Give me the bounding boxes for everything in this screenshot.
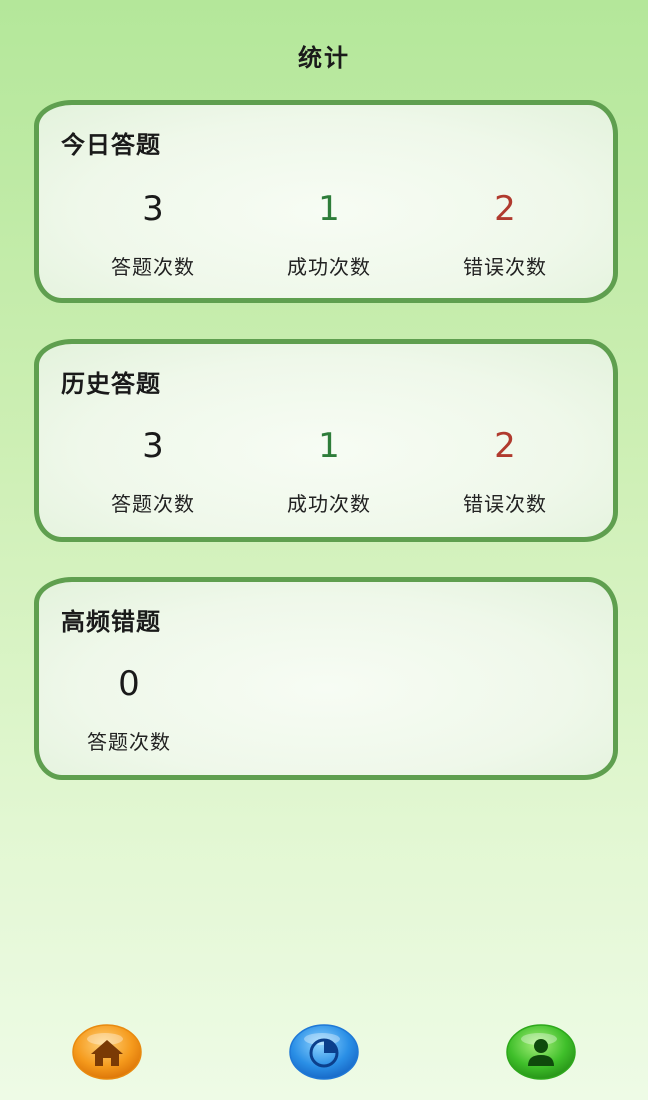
history-answer-count-label: 答题次数 <box>111 492 195 516</box>
today-error-count-value: 2 <box>494 189 516 229</box>
nav-home-button[interactable] <box>72 1024 142 1080</box>
today-error-count: 2 错误次数 <box>415 189 595 280</box>
today-answer-count: 3 答题次数 <box>63 189 243 280</box>
frequent-errors-answer-count-value: 0 <box>118 664 140 704</box>
today-success-count: 1 成功次数 <box>239 189 419 280</box>
page-title: 统计 <box>298 44 350 72</box>
home-icon <box>72 1024 142 1080</box>
history-error-count-label: 错误次数 <box>463 492 547 516</box>
history-answer-count: 3 答题次数 <box>63 426 243 517</box>
frequent-errors-answer-count: 0 答题次数 <box>39 664 219 755</box>
frequent-errors-answer-count-label: 答题次数 <box>87 730 171 754</box>
history-success-count: 1 成功次数 <box>239 426 419 517</box>
today-answer-count-label: 答题次数 <box>111 255 195 279</box>
today-stats-card: 今日答题 3 答题次数 1 成功次数 2 错误次数 <box>34 100 618 303</box>
history-card-title: 历史答题 <box>61 370 161 398</box>
frequent-errors-card-title: 高频错题 <box>61 608 161 636</box>
history-success-count-value: 1 <box>318 426 340 466</box>
history-stats-card: 历史答题 3 答题次数 1 成功次数 2 错误次数 <box>34 339 618 542</box>
nav-statistics-button[interactable] <box>289 1024 359 1080</box>
user-profile-icon <box>506 1024 576 1080</box>
history-answer-count-value: 3 <box>142 426 164 466</box>
today-answer-count-value: 3 <box>142 189 164 229</box>
history-error-count: 2 错误次数 <box>415 426 595 517</box>
statistics-pie-icon <box>289 1024 359 1080</box>
today-success-count-label: 成功次数 <box>287 255 371 279</box>
history-error-count-value: 2 <box>494 426 516 466</box>
today-success-count-value: 1 <box>318 189 340 229</box>
history-success-count-label: 成功次数 <box>287 492 371 516</box>
today-card-title: 今日答题 <box>61 131 161 159</box>
frequent-errors-card: 高频错题 0 答题次数 <box>34 577 618 780</box>
today-error-count-label: 错误次数 <box>463 255 547 279</box>
nav-profile-button[interactable] <box>506 1024 576 1080</box>
